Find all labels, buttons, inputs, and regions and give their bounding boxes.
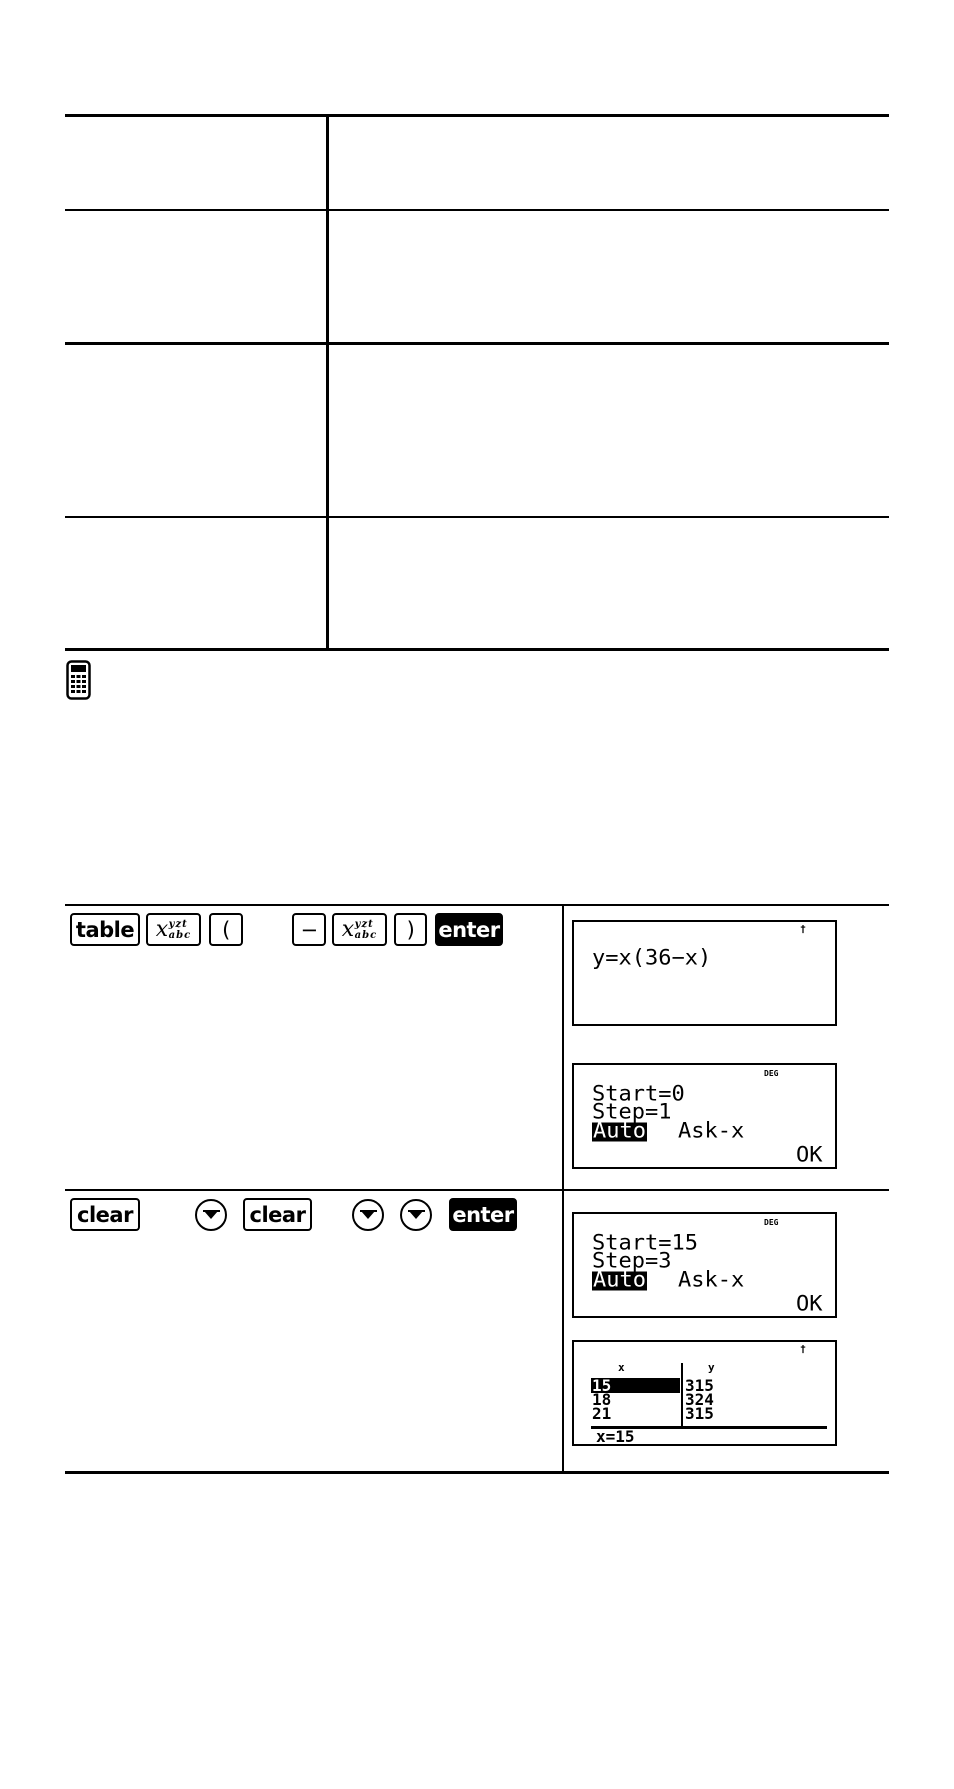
- ok-button[interactable]: OK: [796, 1294, 823, 1315]
- key-label: −: [300, 917, 318, 942]
- clear-key[interactable]: clear: [243, 1198, 312, 1231]
- calculator-screen-table-setup: DEG Start=0 Step=1 Auto Ask-x OK: [572, 1063, 837, 1169]
- key-label: (: [222, 917, 230, 942]
- key-label: clear: [249, 1202, 306, 1227]
- down-arrow-icon[interactable]: [195, 1199, 227, 1231]
- steps-column-divider: [562, 904, 564, 1472]
- key-label: ): [406, 917, 415, 942]
- table-cell-x[interactable]: 21: [592, 1406, 611, 1422]
- clear-key[interactable]: clear: [70, 1198, 140, 1231]
- key-subscript: abc: [168, 929, 192, 941]
- enter-key[interactable]: enter: [449, 1198, 517, 1231]
- key-label: enter: [452, 1202, 514, 1227]
- steps-rule-middle: [65, 1189, 889, 1191]
- calculator-icon: [66, 660, 91, 700]
- auto-option-selected[interactable]: Auto: [592, 1270, 647, 1291]
- x-variable-key[interactable]: x yzt abc: [332, 913, 387, 946]
- column-header-y: y: [708, 1361, 715, 1374]
- table-row: [65, 211, 889, 342]
- down-arrow-icon[interactable]: [352, 1199, 384, 1231]
- steps-rule-bottom: [65, 1471, 889, 1474]
- key-sub-labels: yzt abc: [169, 919, 192, 941]
- down-arrow-icon[interactable]: [400, 1199, 432, 1231]
- ask-x-option[interactable]: Ask-x: [678, 1121, 744, 1142]
- key-superscript: yzt: [168, 918, 188, 930]
- table-rule-bottom: [65, 648, 889, 651]
- auto-option-selected[interactable]: Auto: [592, 1121, 647, 1142]
- key-sub-labels: yzt abc: [355, 919, 378, 941]
- x-variable-key[interactable]: x yzt abc: [146, 913, 201, 946]
- busy-indicator: †: [800, 924, 807, 935]
- key-base: x: [155, 916, 168, 942]
- calculator-screen-function: † y=x(36−x): [572, 920, 837, 1026]
- table-column-divider: [681, 1363, 683, 1426]
- angle-mode-indicator: DEG: [764, 1069, 779, 1078]
- calculator-screen-table-setup-edited: DEG Start=15 Step=3 Auto Ask-x OK: [572, 1212, 837, 1318]
- enter-key[interactable]: enter: [435, 913, 503, 946]
- table-row: [65, 518, 889, 648]
- status-line: x=15: [596, 1427, 635, 1446]
- ask-x-option[interactable]: Ask-x: [678, 1270, 744, 1291]
- table-cell-y[interactable]: 315: [685, 1406, 714, 1422]
- table-row: [65, 345, 889, 516]
- key-label: clear: [77, 1202, 133, 1227]
- busy-indicator: †: [800, 1344, 807, 1355]
- minus-key[interactable]: −: [292, 913, 326, 946]
- calculator-screen-value-table: † x y 15 315 18 324 21 315 x=15: [572, 1340, 837, 1446]
- table-key[interactable]: table: [70, 913, 140, 946]
- close-paren-key[interactable]: ): [394, 913, 427, 946]
- ok-button[interactable]: OK: [796, 1145, 823, 1166]
- screen-line: y=x(36−x): [592, 946, 712, 971]
- key-superscript: yzt: [354, 918, 374, 930]
- angle-mode-indicator: DEG: [764, 1218, 779, 1227]
- open-paren-key[interactable]: (: [209, 913, 243, 946]
- key-subscript: abc: [354, 929, 378, 941]
- column-header-x: x: [618, 1361, 625, 1374]
- key-label: enter: [438, 917, 500, 942]
- steps-rule-top: [65, 904, 889, 906]
- key-base: x: [341, 916, 354, 942]
- table-row: [65, 117, 889, 209]
- key-label: table: [75, 917, 135, 942]
